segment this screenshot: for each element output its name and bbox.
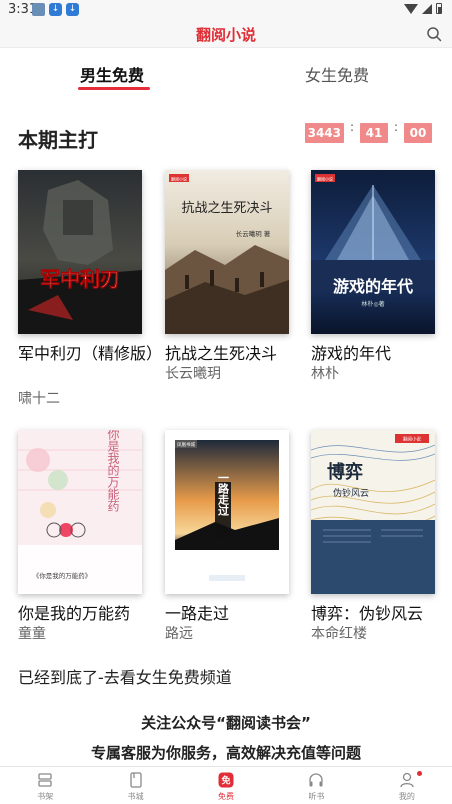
book-cover[interactable]: 凤凰书城 一路走过 <box>165 430 289 594</box>
app-title: 翻阅小说 <box>195 26 256 44</box>
cover-publisher: 翻阅小说 <box>171 176 187 182</box>
book-cover[interactable]: 翻阅小说 游戏的年代 林朴◎著 <box>311 170 435 334</box>
cover-subtitle: 伪钞风云 <box>333 487 369 499</box>
bookshelf-icon <box>38 773 52 787</box>
book-cover[interactable]: 你是我的万能药 《你是我的万能药》 <box>18 430 142 594</box>
book-title[interactable]: 抗战之生死决斗 <box>165 342 305 365</box>
cover-title: 军中利刃 <box>40 267 120 291</box>
cover-title: 游戏的年代 <box>333 277 413 296</box>
book-title[interactable]: 一路走过 <box>165 602 305 625</box>
cover-publisher: 翻阅小说 <box>317 176 333 182</box>
nav-label: 免费 <box>218 792 235 801</box>
status-system-icons <box>404 3 442 14</box>
countdown-hours: 3443 <box>304 123 344 143</box>
promo-wechat-line: 关注公众号“翻阅读书会” <box>141 714 311 732</box>
cover-publisher: 翻阅小说 <box>403 436 421 443</box>
nav-bookshelf[interactable]: 书架 <box>0 767 90 804</box>
book-cover[interactable]: 翻阅小说 博弈 伪钞风云 <box>311 430 435 594</box>
cover-title: 抗战之生死决斗 <box>181 201 272 216</box>
nav-label: 书城 <box>127 792 144 801</box>
bottom-nav: 书架 书城 免 免费 听书 我的 <box>0 766 452 804</box>
cover-title: 博弈 <box>327 461 363 483</box>
app-header: 翻阅小说 <box>0 20 452 48</box>
free-icon: 免 <box>218 772 234 788</box>
bookstore-icon <box>129 772 142 788</box>
channel-tabs: 男生免费 女生免费 <box>0 54 452 94</box>
nav-audiobook[interactable]: 听书 <box>271 767 361 804</box>
book-cover[interactable]: 翻阅小说 抗战之生死决斗 长云曦玥 著 <box>165 170 289 334</box>
book-author: 本命红楼 <box>311 626 367 642</box>
cover-title: 你是我的万能药 <box>106 430 120 512</box>
book-author: 啸十二 <box>18 391 60 407</box>
cover-subtitle: 长云曦玥 著 <box>236 229 271 238</box>
svg-text:免: 免 <box>222 775 231 787</box>
book-title[interactable]: 博弈：伪钞风云 <box>311 602 451 625</box>
signal-icon <box>422 3 432 14</box>
book-cover[interactable]: 军中利刃 <box>18 170 142 334</box>
countdown-seconds: 00 <box>404 123 432 143</box>
status-bar: 3:31 ↓ ↓ <box>0 0 452 20</box>
status-notification-icons: ↓ ↓ <box>32 3 79 16</box>
download-notification-icon: ↓ <box>49 3 62 16</box>
cover-subtitle: 林朴◎著 <box>361 300 384 308</box>
notification-dot <box>416 771 422 776</box>
end-of-list-link[interactable]: 已经到底了-去看女生免费频道 <box>18 664 232 688</box>
countdown-separator: : <box>393 120 399 134</box>
profile-icon <box>400 772 414 788</box>
countdown-separator: : <box>349 120 355 134</box>
book-title[interactable]: 游戏的年代 <box>311 342 451 365</box>
nav-free[interactable]: 免 免费 <box>181 767 271 804</box>
section-title: 本期主打 <box>18 128 98 152</box>
active-tab-indicator <box>78 87 150 90</box>
nav-label: 我的 <box>398 792 415 801</box>
tab-male-free[interactable]: 男生免费 <box>80 62 144 86</box>
download-notification-icon: ↓ <box>66 3 79 16</box>
nav-profile[interactable]: 我的 <box>362 767 452 804</box>
cover-subtitle: 《你是我的万能药》 <box>33 571 92 580</box>
tab-female-free[interactable]: 女生免费 <box>305 62 369 86</box>
search-icon[interactable] <box>426 26 442 42</box>
nav-label: 书架 <box>37 792 54 801</box>
headphones-icon <box>309 773 324 787</box>
book-title[interactable]: 你是我的万能药 <box>18 602 158 625</box>
nav-bookstore[interactable]: 书城 <box>90 767 180 804</box>
cover-publisher: 凤凰书城 <box>177 441 195 448</box>
cover-title: 一路走过 <box>217 472 231 517</box>
promo-service-line: 专属客服为你服务，高效解决充值等问题 <box>90 744 361 762</box>
countdown-minutes: 41 <box>360 123 388 143</box>
book-title[interactable]: 军中利刃（精修版） <box>18 342 162 365</box>
book-author: 长云曦玥 <box>165 366 221 382</box>
book-author: 童童 <box>18 626 46 642</box>
countdown-timer: 3443 : 41 : 00 <box>304 120 432 143</box>
book-author: 林朴 <box>311 366 339 382</box>
book-author: 路远 <box>165 626 193 642</box>
wifi-icon <box>404 3 418 14</box>
nav-label: 听书 <box>308 792 325 801</box>
battery-icon <box>436 3 442 14</box>
image-notification-icon <box>32 3 45 16</box>
